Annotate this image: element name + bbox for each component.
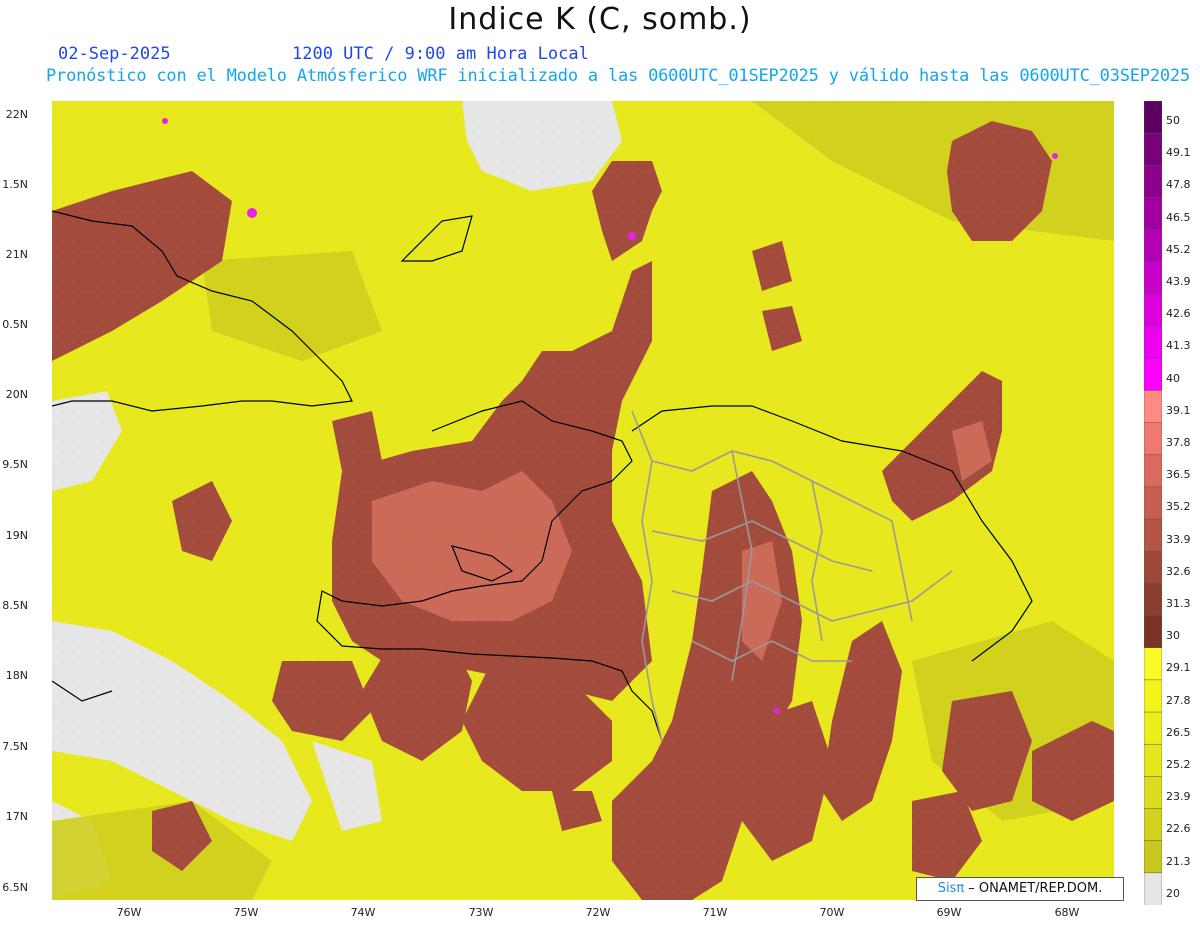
credit-box: Sisπ – ONAMET/REP.DOM. (916, 877, 1124, 901)
colorbar-swatch (1144, 518, 1162, 552)
lat-label: 18N (5, 669, 28, 682)
lon-label: 68W (1054, 906, 1080, 919)
colorbar-label: 43.9 (1166, 275, 1191, 288)
lon-label: 70W (819, 906, 845, 919)
sispi-logo: Sisπ (937, 881, 965, 896)
colorbar-label: 47.8 (1166, 178, 1191, 192)
valid-time: 1200 UTC / 9:00 am Hora Local (292, 44, 589, 64)
colorbar-swatch (1144, 840, 1162, 874)
colorbar-swatch (1144, 293, 1162, 327)
colorbar-swatch (1144, 132, 1162, 167)
colorbar-label: 33.9 (1166, 532, 1191, 546)
colorbar-label: 37.8 (1166, 436, 1191, 449)
lon-label: 75W (233, 906, 259, 919)
lon-label: 72W (585, 906, 611, 919)
colorbar-label: 45.2 (1166, 242, 1191, 256)
colorbar-swatch (1144, 711, 1162, 745)
colorbar-label: 35.2 (1166, 500, 1191, 514)
colorbar-label: 20 (1166, 886, 1180, 900)
graticule (52, 101, 1114, 900)
credit-text: – ONAMET/REP.DOM. (964, 881, 1103, 896)
lon-label: 71W (702, 906, 728, 919)
colorbar-label: 39.1 (1166, 403, 1191, 417)
lat-label: 22N (5, 108, 28, 121)
lon-label: 73W (468, 906, 494, 919)
lon-label: 76W (116, 906, 142, 919)
lat-label: 1.5N (2, 178, 28, 191)
forecast-description: Pronóstico con el Modelo Atmósferico WRF… (46, 66, 1190, 86)
colorbar-swatch (1144, 615, 1162, 649)
colorbar-swatch (1144, 390, 1162, 424)
lat-label: 0.5N (2, 318, 28, 331)
colorbar-swatch (1144, 197, 1162, 231)
colorbar-swatch (1144, 358, 1162, 392)
colorbar-label: 23.9 (1166, 790, 1191, 804)
colorbar-swatch (1144, 872, 1162, 905)
colorbar-swatch (1144, 454, 1162, 488)
colorbar-label: 42.6 (1166, 307, 1191, 321)
colorbar-label: 21.3 (1166, 854, 1191, 868)
colorbar-swatch (1144, 165, 1162, 199)
colorbar-label: 30 (1166, 629, 1180, 643)
colorbar-label: 49.1 (1166, 146, 1191, 160)
colorbar-swatch (1144, 101, 1162, 134)
colorbar-swatch (1144, 776, 1162, 810)
colorbar-swatch (1144, 325, 1162, 360)
colorbar-swatch (1144, 486, 1162, 520)
colorbar-swatch (1144, 743, 1162, 778)
colorbar-label: 36.5 (1166, 468, 1191, 482)
colorbar-label: 50 (1166, 114, 1180, 127)
lat-label: 19N (5, 529, 28, 542)
colorbar-swatch (1144, 229, 1162, 263)
colorbar-swatch (1144, 550, 1162, 585)
lon-label: 69W (936, 906, 962, 919)
colorbar-swatch (1144, 679, 1162, 713)
colorbar-label: 32.6 (1166, 564, 1191, 578)
chart-title: Indice K (C, somb.) (448, 2, 752, 37)
colorbar-swatch (1144, 261, 1162, 295)
colorbar-label: 27.8 (1166, 693, 1191, 707)
lat-label: 21N (5, 248, 28, 261)
colorbar-swatch (1144, 583, 1162, 617)
lat-label: 17N (5, 810, 28, 823)
colorbar-swatch (1144, 647, 1162, 681)
colorbar-swatch (1144, 808, 1162, 842)
lat-label: 6.5N (2, 881, 28, 894)
lon-label: 74W (350, 906, 376, 919)
lat-label: 8.5N (2, 599, 28, 612)
colorbar-label: 46.5 (1166, 210, 1191, 224)
lat-label: 20N (5, 388, 28, 401)
lat-label: 7.5N (2, 740, 28, 753)
colorbar-label: 41.3 (1166, 339, 1191, 353)
k-index-map (52, 101, 1114, 900)
colorbar-swatch (1144, 422, 1162, 456)
colorbar (1144, 101, 1162, 905)
lat-label: 9.5N (2, 458, 28, 471)
colorbar-label: 40 (1166, 371, 1180, 385)
colorbar-label: 31.3 (1166, 597, 1191, 610)
valid-date: 02-Sep-2025 (58, 44, 171, 64)
colorbar-label: 26.5 (1166, 725, 1191, 739)
colorbar-label: 25.2 (1166, 758, 1191, 771)
colorbar-label: 29.1 (1166, 661, 1191, 675)
colorbar-label: 22.6 (1166, 822, 1191, 836)
